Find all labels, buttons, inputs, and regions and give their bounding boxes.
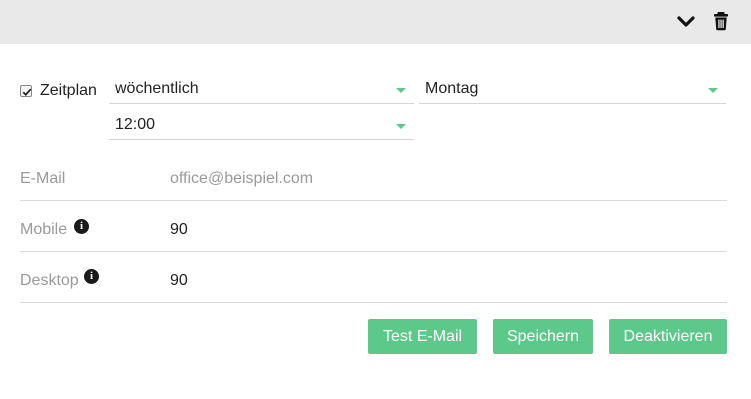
info-icon[interactable]: i (74, 219, 89, 234)
time-value: 12:00 (115, 116, 156, 133)
chevron-down-icon[interactable] (676, 12, 696, 32)
divider (20, 302, 727, 303)
weekday-value: Montag (425, 80, 479, 97)
divider (20, 251, 727, 252)
panel-header (0, 0, 751, 44)
chevron-down-icon (708, 88, 718, 93)
email-field[interactable]: office@beispiel.com (170, 170, 313, 188)
desktop-field[interactable]: 90 (170, 272, 188, 290)
divider (20, 200, 727, 201)
frequency-select[interactable]: wöchentlich (109, 78, 414, 104)
schedule-label: Zeitplan (40, 82, 97, 99)
chevron-down-icon (396, 88, 406, 93)
test-email-button[interactable]: Test E-Mail (368, 319, 477, 354)
trash-icon[interactable] (712, 11, 730, 31)
mobile-field[interactable]: 90 (170, 221, 188, 239)
weekday-select[interactable]: Montag (419, 78, 726, 104)
save-button[interactable]: Speichern (493, 319, 593, 354)
deactivate-button[interactable]: Deaktivieren (609, 319, 727, 354)
chevron-down-icon (396, 124, 406, 129)
mobile-label: Mobile (20, 221, 68, 238)
frequency-value: wöchentlich (115, 80, 199, 97)
info-icon[interactable]: i (84, 269, 99, 284)
desktop-label: Desktop (20, 272, 79, 289)
time-select[interactable]: 12:00 (109, 114, 414, 140)
schedule-checkbox[interactable] (20, 85, 32, 97)
email-label: E-Mail (20, 170, 66, 187)
